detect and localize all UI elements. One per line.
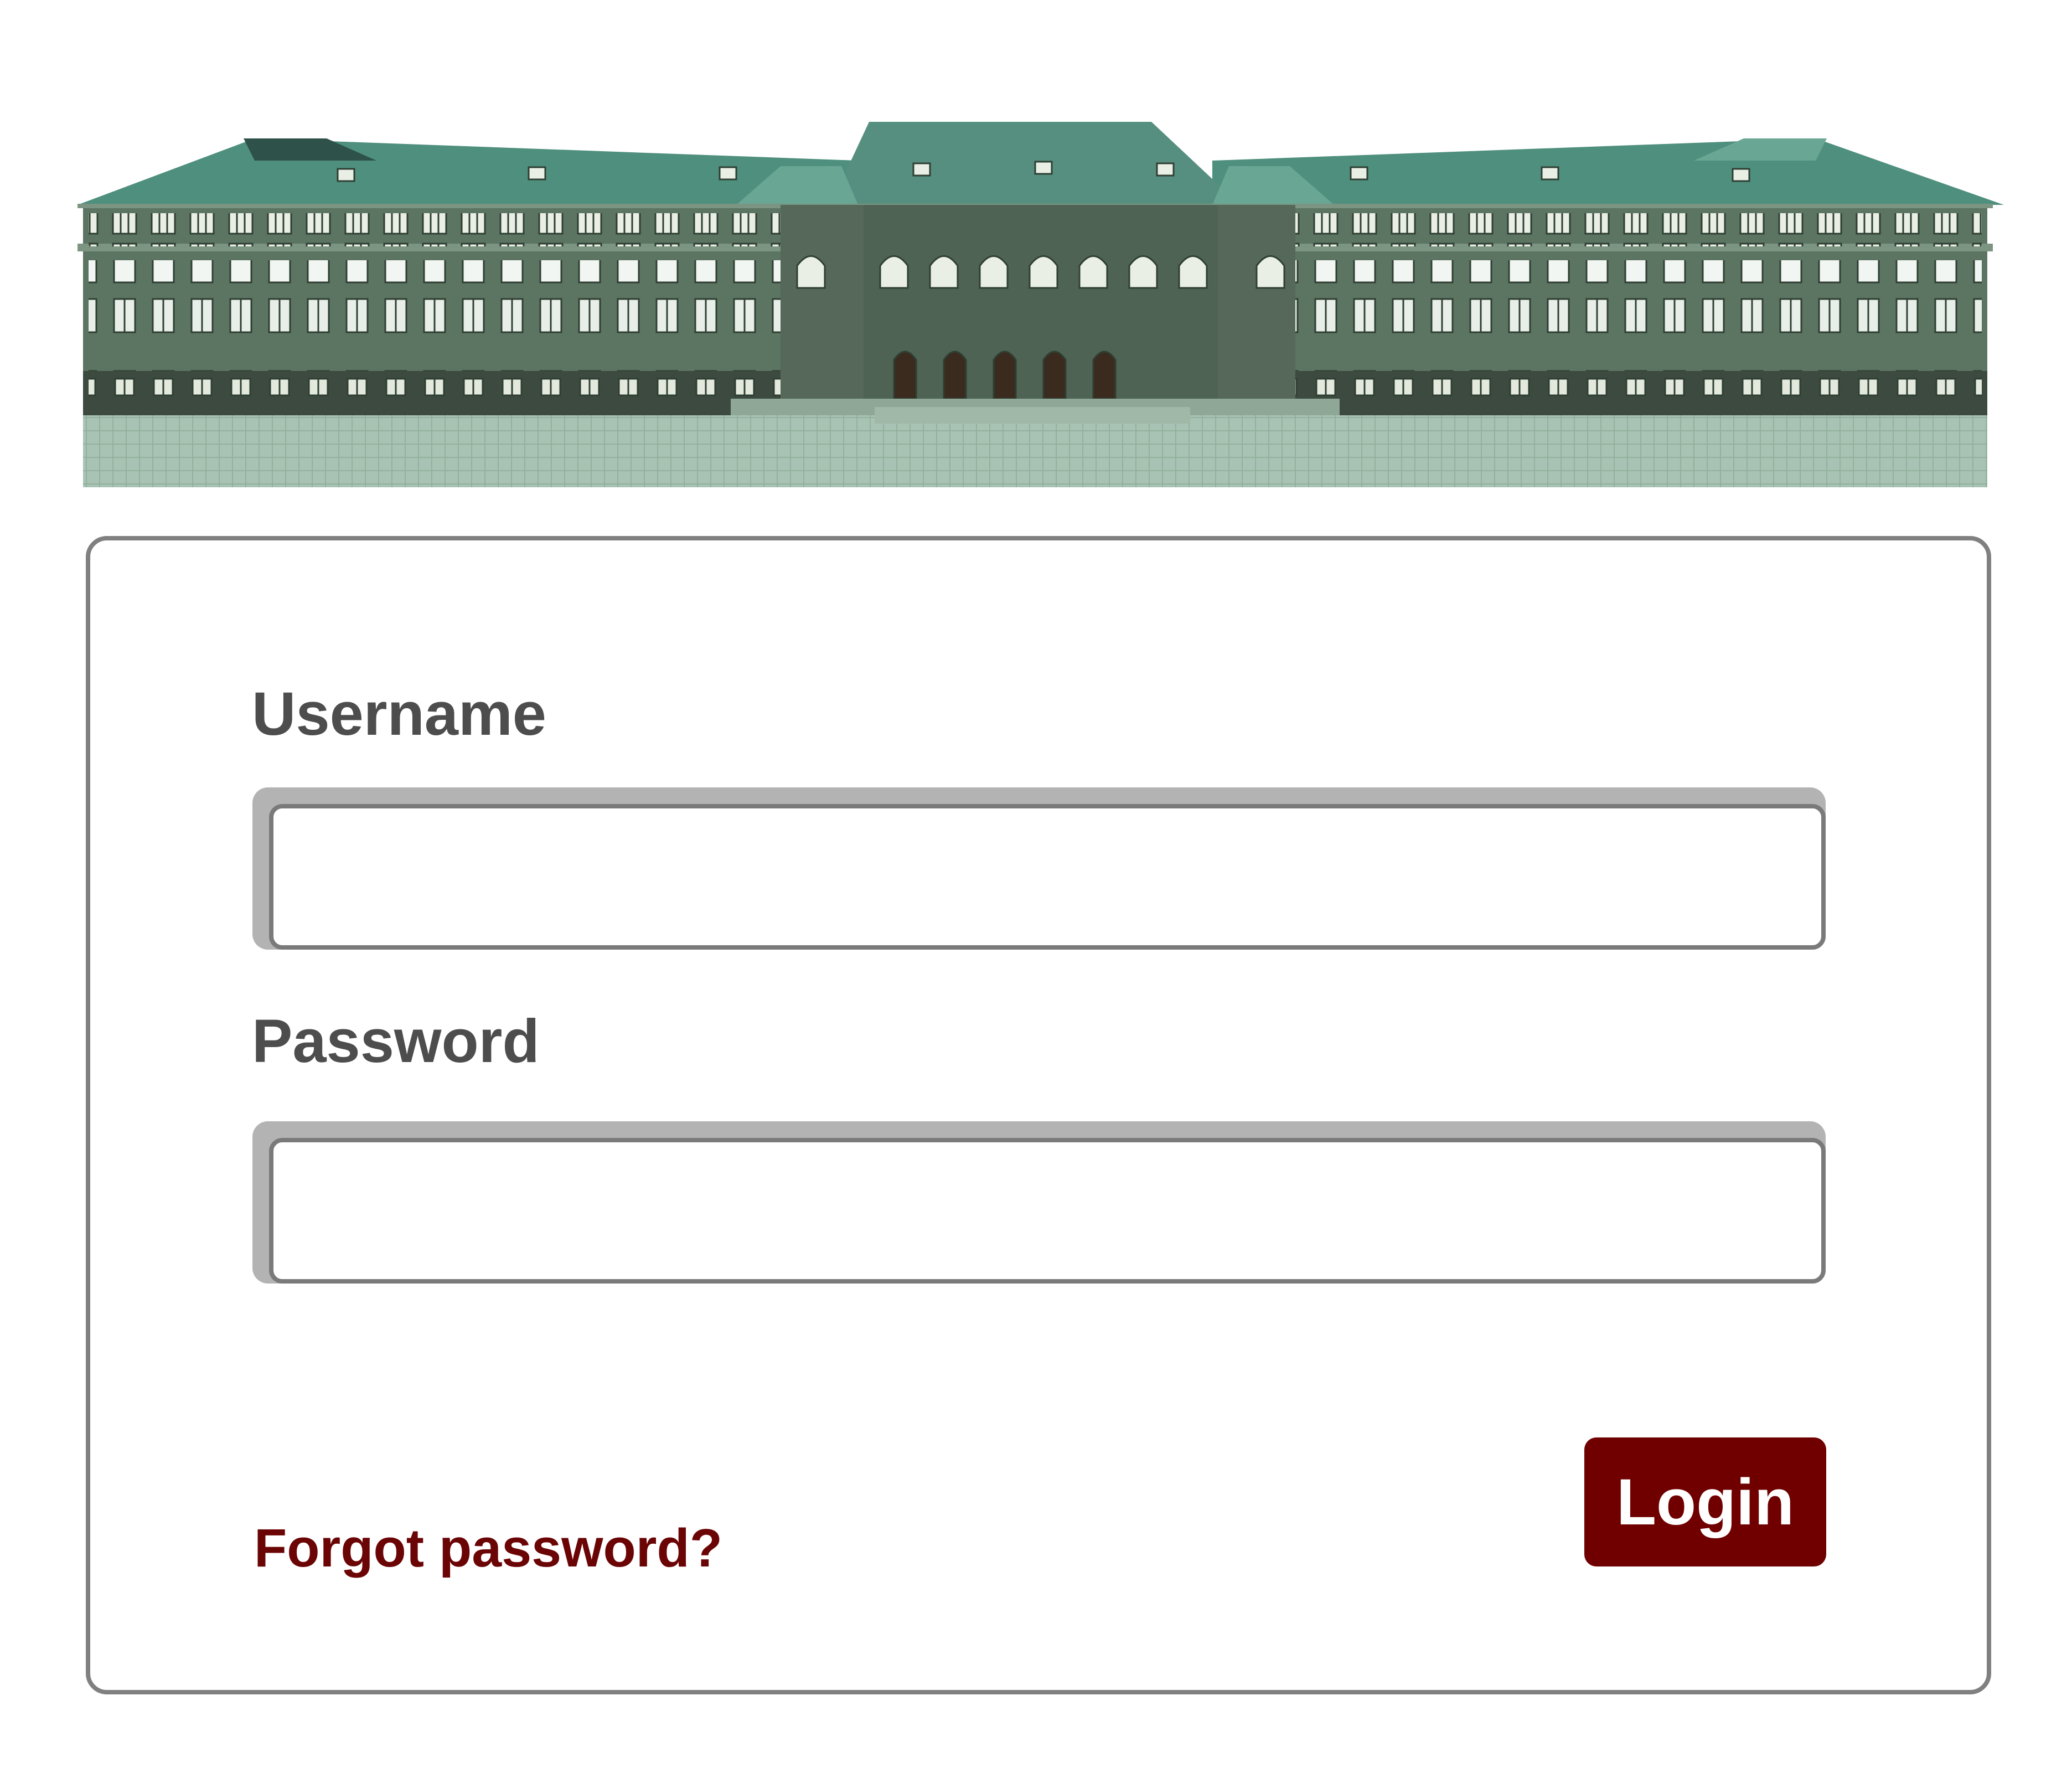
password-field-frame bbox=[252, 1121, 1826, 1284]
password-label: Password bbox=[252, 1007, 540, 1075]
login-button[interactable]: Login bbox=[1584, 1437, 1826, 1566]
building-illustration bbox=[77, 122, 2004, 487]
password-input[interactable] bbox=[269, 1138, 1826, 1284]
forgot-password-link[interactable]: Forgot password? bbox=[254, 1521, 722, 1575]
building-banner-image bbox=[66, 105, 2009, 493]
username-input[interactable] bbox=[269, 804, 1826, 950]
username-field-frame bbox=[252, 787, 1826, 950]
login-page: Username Password Forgot password? Login bbox=[0, 0, 2072, 1778]
username-label: Username bbox=[252, 680, 546, 748]
